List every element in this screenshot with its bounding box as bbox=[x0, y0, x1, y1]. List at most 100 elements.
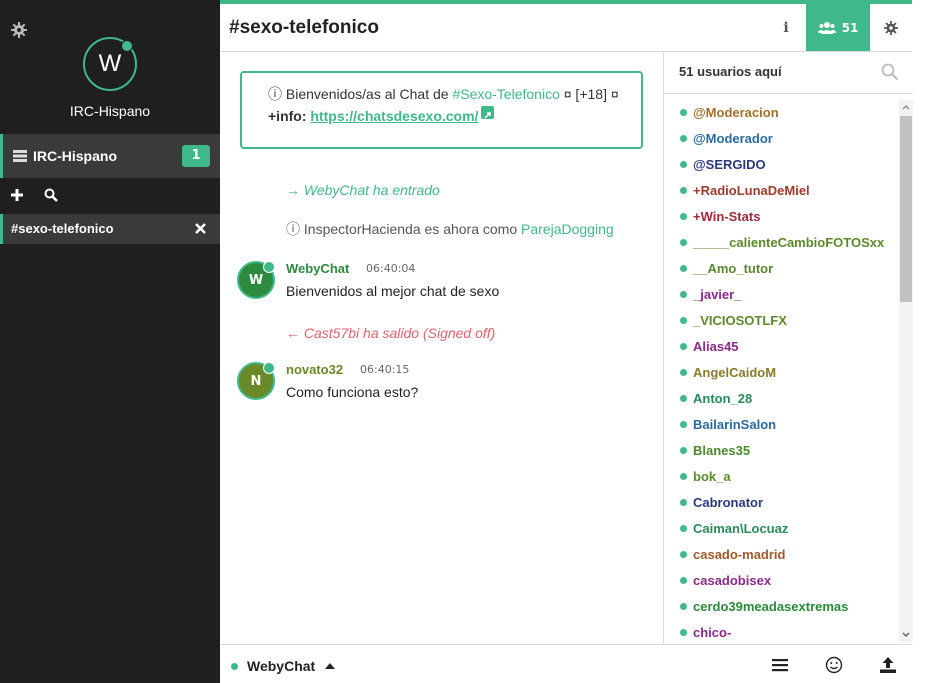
user-nick: AngelCaidoM bbox=[693, 365, 777, 380]
sidebar-item-channel[interactable]: #sexo-telefonico bbox=[0, 214, 220, 244]
online-status-dot bbox=[680, 551, 687, 558]
list-item[interactable]: Cabronator bbox=[664, 490, 900, 516]
avatar[interactable]: W bbox=[83, 37, 137, 91]
userlist-toggle-button[interactable]: 51 bbox=[806, 4, 870, 51]
user-nick: Caiman\Locuaz bbox=[693, 521, 789, 536]
list-item[interactable]: bok_a bbox=[664, 464, 900, 490]
users-icon bbox=[817, 21, 836, 34]
online-status-dot bbox=[680, 447, 687, 454]
list-item[interactable]: __Amo_tutor bbox=[664, 256, 900, 282]
plus-icon[interactable] bbox=[10, 188, 24, 202]
list-item[interactable]: Caiman\Locuaz bbox=[664, 516, 900, 542]
userlist-panel: 51 usuarios aquí @Moderacion @Moderador @S… bbox=[663, 52, 913, 644]
user-nick: +RadioLunaDeMiel bbox=[693, 183, 810, 198]
online-status-dot bbox=[680, 109, 687, 116]
list-item[interactable]: Blanes35 bbox=[664, 438, 900, 464]
list-item[interactable]: _javier_ bbox=[664, 282, 900, 308]
list-item[interactable]: casadobisex bbox=[664, 568, 900, 594]
upload-icon[interactable] bbox=[879, 656, 897, 674]
page-title: #sexo-telefonico bbox=[229, 17, 379, 38]
topic-url-link[interactable]: https://chatsdesexo.com/ bbox=[310, 108, 478, 124]
chevron-up-icon[interactable] bbox=[899, 100, 913, 114]
list-item[interactable]: _____calienteCambioFOTOSxx bbox=[664, 230, 900, 256]
info-icon: i bbox=[783, 19, 789, 36]
list-item[interactable]: @SERGIDO bbox=[664, 152, 900, 178]
sidebar-item-network[interactable]: IRC-Hispano 1 bbox=[0, 134, 220, 178]
emoji-icon[interactable] bbox=[825, 656, 843, 674]
online-status-dot bbox=[680, 499, 687, 506]
online-status-dot bbox=[680, 161, 687, 168]
avatar-letter: W bbox=[98, 50, 122, 77]
online-status-dot bbox=[263, 261, 275, 273]
list-item[interactable]: @Moderador bbox=[664, 126, 900, 152]
channel-topic: ⓘ Bienvenidos/as al Chat de #Sexo-Telefo… bbox=[240, 71, 643, 149]
online-status-dot bbox=[263, 362, 275, 374]
list-item[interactable]: _VICIOSOTLFX bbox=[664, 308, 900, 334]
online-status-dot bbox=[121, 40, 133, 52]
avatar[interactable]: N bbox=[237, 362, 275, 400]
list-item[interactable]: @Moderacion bbox=[664, 100, 900, 126]
scrollbar[interactable] bbox=[899, 100, 913, 642]
online-status-dot bbox=[680, 317, 687, 324]
userlist-header: 51 usuarios aquí bbox=[664, 52, 913, 94]
user-nick: _javier_ bbox=[693, 287, 742, 302]
list-item[interactable]: +RadioLunaDeMiel bbox=[664, 178, 900, 204]
topic-channel-link[interactable]: #Sexo-Telefonico bbox=[452, 86, 559, 102]
user-nick: @Moderacion bbox=[693, 105, 779, 120]
users-count: 51 bbox=[841, 20, 859, 35]
online-status-dot bbox=[680, 525, 687, 532]
menu-icon[interactable] bbox=[771, 657, 789, 673]
join-event: → WebyChat ha entrado bbox=[286, 182, 440, 198]
network-row-label: IRC-Hispano bbox=[33, 148, 117, 164]
search-icon[interactable] bbox=[881, 63, 899, 81]
message-nick[interactable]: WebyChat bbox=[286, 261, 349, 276]
message-nick[interactable]: novato32 bbox=[286, 362, 343, 377]
list-item[interactable]: casado-madrid bbox=[664, 542, 900, 568]
online-status-dot bbox=[680, 291, 687, 298]
list-item[interactable]: Alias45 bbox=[664, 334, 900, 360]
message-text: Bienvenidos al mejor chat de sexo bbox=[286, 283, 500, 299]
sidebar-actions bbox=[0, 184, 220, 210]
external-link-icon[interactable] bbox=[481, 106, 495, 119]
list-item[interactable]: Anton_28 bbox=[664, 386, 900, 412]
unread-badge: 1 bbox=[182, 145, 210, 167]
close-icon[interactable] bbox=[195, 223, 206, 234]
message-time: 06:40:04 bbox=[366, 262, 416, 275]
nick-change-text: ⓘ InspectorHacienda es ahora como bbox=[286, 221, 522, 237]
user-nick: +Win-Stats bbox=[693, 209, 761, 224]
online-status-dot bbox=[680, 343, 687, 350]
input-footer: WebyChat bbox=[220, 644, 912, 683]
user-nick: Blanes35 bbox=[693, 443, 751, 458]
caret-up-icon[interactable] bbox=[325, 662, 335, 670]
user-nick: casado-madrid bbox=[693, 547, 786, 562]
scrollbar-thumb[interactable] bbox=[900, 116, 912, 302]
channel-settings-button[interactable] bbox=[870, 4, 912, 51]
nick-change-event: ⓘ InspectorHacienda es ahora como Pareja… bbox=[286, 219, 614, 239]
list-item[interactable]: cerdo39meadasextremas bbox=[664, 594, 900, 620]
gear-icon[interactable] bbox=[11, 22, 27, 38]
avatar-letter: N bbox=[250, 373, 262, 389]
channel-info-button[interactable]: i bbox=[766, 4, 806, 51]
chevron-down-icon[interactable] bbox=[899, 628, 913, 642]
list-item[interactable]: BailarinSalon bbox=[664, 412, 900, 438]
user-nick: @SERGIDO bbox=[693, 157, 766, 172]
list-item[interactable]: chico- bbox=[664, 620, 900, 642]
current-nick[interactable]: WebyChat bbox=[247, 658, 315, 674]
message-time: 06:40:15 bbox=[360, 363, 410, 376]
user-nick: Cabronator bbox=[693, 495, 764, 510]
list-item[interactable]: AngelCaidoM bbox=[664, 360, 900, 386]
channel-label: #sexo-telefonico bbox=[11, 221, 114, 236]
online-status-dot bbox=[680, 213, 687, 220]
topic-info-label: +info: bbox=[268, 108, 307, 124]
userlist-count: 51 usuarios aquí bbox=[679, 64, 782, 79]
search-icon[interactable] bbox=[44, 188, 58, 202]
list-item[interactable]: +Win-Stats bbox=[664, 204, 900, 230]
online-status-dot bbox=[680, 395, 687, 402]
new-nick[interactable]: ParejaDogging bbox=[521, 221, 614, 237]
online-status-dot bbox=[680, 187, 687, 194]
network-name: IRC-Hispano bbox=[69, 103, 151, 119]
channel-header: #sexo-telefonico i 51 bbox=[220, 0, 912, 52]
avatar[interactable]: W bbox=[237, 261, 275, 299]
user-nick: _____calienteCambioFOTOSxx bbox=[693, 235, 885, 250]
user-nick: __Amo_tutor bbox=[693, 261, 774, 276]
